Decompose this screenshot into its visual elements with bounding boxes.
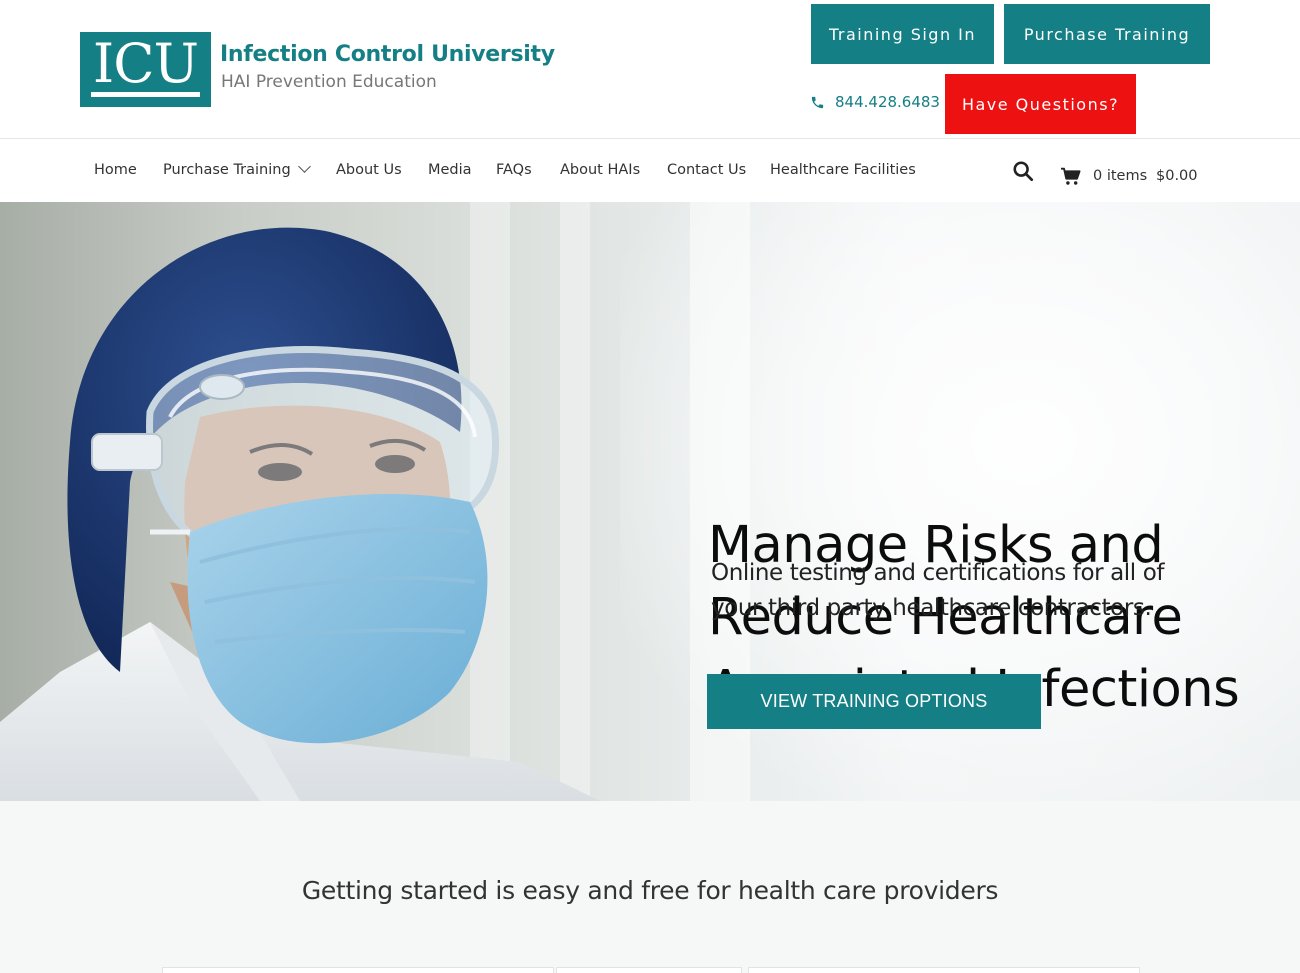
purchase-training-button[interactable]: Purchase Training [1004,4,1210,64]
view-training-options-button[interactable]: VIEW TRAINING OPTIONS [707,674,1041,729]
cart-total[interactable]: $0.00 [1156,168,1198,184]
cart-item-count[interactable]: 0 items [1093,168,1147,184]
logo-letters: ICU [92,32,199,95]
logo-underline [91,92,200,97]
hero-banner: Manage Risks and Reduce Healthcare Assoc… [0,202,1300,801]
logo[interactable]: ICU [80,32,211,107]
nav-home-label: Home [94,162,137,178]
card [748,967,1140,973]
nav-faqs-label: FAQs [496,162,532,178]
chevron-down-icon [297,160,311,173]
site-header: ICU Infection Control University HAI Pre… [0,0,1300,139]
hero-subheading: Online testing and certifications for al… [711,556,1231,626]
nav-healthcare-facilities-label: Healthcare Facilities [770,162,916,178]
section-title: Getting started is easy and free for hea… [301,876,999,905]
nav-about-us-label: About Us [336,162,402,178]
training-sign-in-button[interactable]: Training Sign In [811,4,994,64]
nav-media[interactable]: Media [428,162,472,178]
brand-name[interactable]: Infection Control University [220,42,555,67]
hero-subheading-line: your third party healthcare contractors. [711,595,1152,621]
card [556,967,742,973]
have-questions-button[interactable]: Have Questions? [945,74,1136,134]
card [162,967,554,973]
phone-number: 844.428.6483 [835,93,940,111]
cart-icon[interactable] [1060,167,1081,186]
phone-icon [811,96,824,108]
nav-about-hais[interactable]: About HAIs [560,162,640,178]
nav-faqs[interactable]: FAQs [496,162,532,178]
nav-purchase-training[interactable]: Purchase Training [163,160,311,178]
hero-subheading-line: Online testing and certifications for al… [711,560,1165,586]
brand-tagline: HAI Prevention Education [221,72,437,92]
healthcare-worker-image [0,227,600,801]
nav-about-hais-label: About HAIs [560,162,641,178]
nav-home[interactable]: Home [94,162,137,178]
nav-purchase-training-label: Purchase Training [163,162,291,178]
nav-contact-us[interactable]: Contact Us [667,162,746,178]
nav-about-us[interactable]: About Us [336,162,402,178]
phone-link[interactable]: 844.428.6483 [810,93,940,111]
nav-media-label: Media [428,162,472,178]
search-icon[interactable] [1012,160,1034,182]
nav-contact-us-label: Contact Us [667,162,747,178]
nav-healthcare-facilities[interactable]: Healthcare Facilities [770,162,916,178]
